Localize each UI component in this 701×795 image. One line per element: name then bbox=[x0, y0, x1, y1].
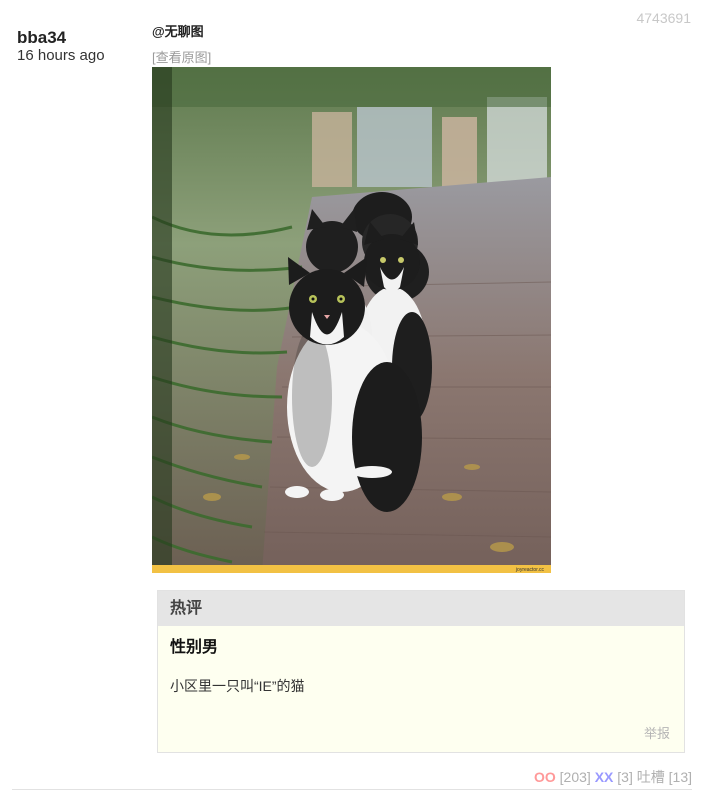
divider bbox=[12, 789, 692, 790]
hot-comment-text: 小区里一只叫“IE”的猫 bbox=[170, 678, 305, 694]
oo-vote-button[interactable]: OO bbox=[534, 769, 556, 785]
comment-count: [13] bbox=[668, 769, 692, 785]
post-time: 16 hours ago bbox=[17, 47, 105, 64]
category-mention[interactable]: @无聊图 bbox=[152, 21, 204, 40]
oo-count: [203] bbox=[559, 769, 591, 785]
vote-bar: OO [203] XX [3] 吐槽 [13] bbox=[534, 767, 692, 787]
report-button[interactable]: 举报 bbox=[644, 723, 670, 742]
hot-comment-box: 热评 性别男 小区里一只叫“IE”的猫 举报 bbox=[157, 590, 685, 753]
xx-count: [3] bbox=[617, 769, 633, 785]
post-id[interactable]: 4743691 bbox=[636, 10, 691, 26]
hot-comment-header: 热评 bbox=[158, 591, 684, 626]
post-image[interactable]: joyreactor.cc bbox=[152, 67, 551, 573]
post-container: 4743691 bba34 16 hours ago @无聊图 [查看原图] j… bbox=[0, 0, 701, 795]
author-name[interactable]: bba34 bbox=[17, 28, 66, 48]
cats-photo: joyreactor.cc bbox=[152, 67, 551, 573]
hot-comment-user[interactable]: 性别男 bbox=[170, 633, 218, 657]
watermark-text: joyreactor.cc bbox=[515, 567, 545, 573]
comment-button[interactable]: 吐槽 bbox=[637, 769, 665, 785]
xx-vote-button[interactable]: XX bbox=[595, 769, 614, 785]
view-original-link[interactable]: [查看原图] bbox=[152, 47, 211, 66]
